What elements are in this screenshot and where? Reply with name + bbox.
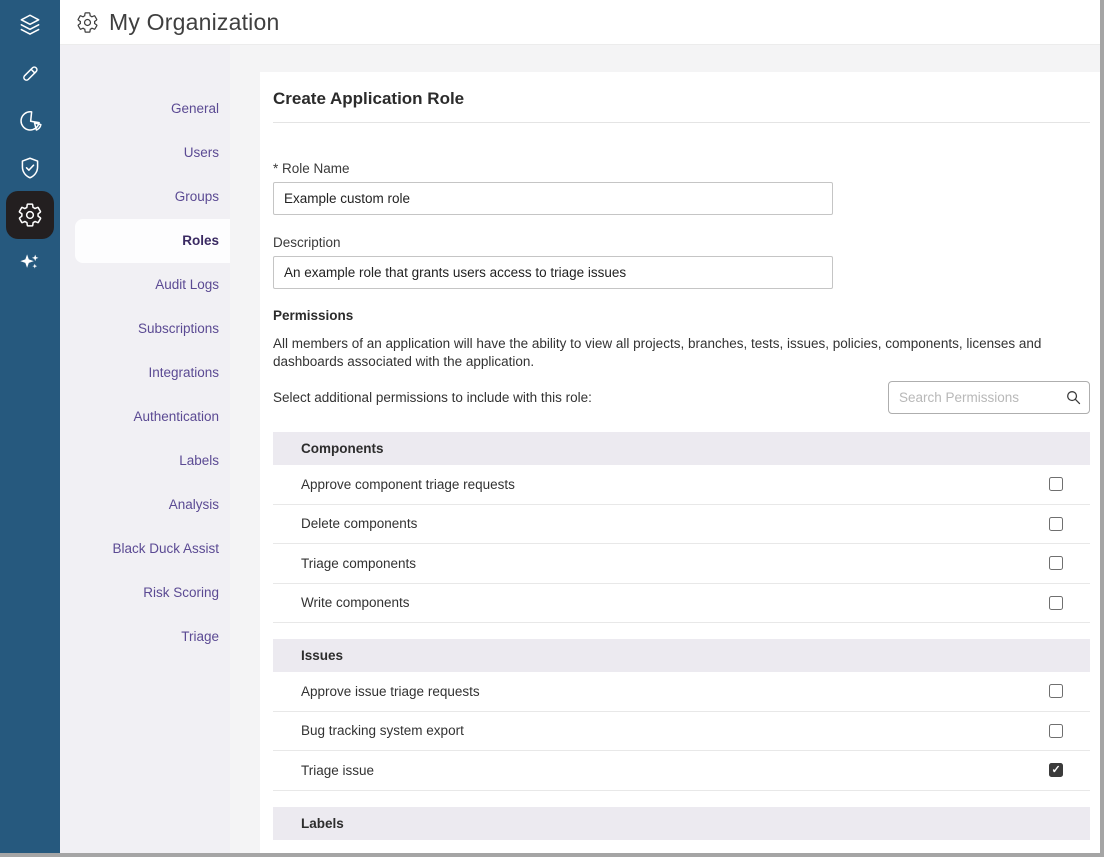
permission-label: Triage components xyxy=(301,556,416,571)
vertical-scrollbar[interactable] xyxy=(1100,0,1104,857)
sidebar-item-black-duck-assist[interactable]: Black Duck Assist xyxy=(60,527,230,571)
rail-item-settings[interactable] xyxy=(0,191,60,238)
checkbox-triage-components[interactable] xyxy=(1049,556,1063,570)
rail-item-policies[interactable] xyxy=(0,144,60,191)
permission-groups: Components Approve component triage reque… xyxy=(273,432,1090,840)
sidebar-item-roles[interactable]: Roles xyxy=(75,219,230,263)
search-permissions xyxy=(888,381,1090,414)
role-name-label: * Role Name xyxy=(273,161,1090,176)
checkbox-bug-tracking-system-export[interactable] xyxy=(1049,724,1063,738)
permission-row-bug-tracking-system-export: Bug tracking system export xyxy=(273,712,1090,752)
page-header: My Organization xyxy=(60,0,1100,45)
select-permissions-row: Select additional permissions to include… xyxy=(273,381,1090,414)
rail-item-reports[interactable] xyxy=(0,97,60,144)
main-area: Create Application Role * Role Name Desc… xyxy=(230,45,1100,857)
permission-row-triage-issue: Triage issue xyxy=(273,751,1090,791)
permission-row-approve-issue-triage-requests: Approve issue triage requests xyxy=(273,672,1090,712)
description-input[interactable] xyxy=(273,256,833,289)
gear-icon xyxy=(76,11,99,34)
role-name-input[interactable] xyxy=(273,182,833,215)
rail-item-projects[interactable] xyxy=(0,0,60,50)
settings-gear-icon xyxy=(6,191,54,239)
permission-row-triage-components: Triage components xyxy=(273,544,1090,584)
panel-title: Create Application Role xyxy=(273,89,1090,109)
permission-group-header: Labels xyxy=(273,807,1090,840)
permission-group-labels: Labels xyxy=(273,807,1090,840)
settings-nav: GeneralUsersGroupsRolesAudit LogsSubscri… xyxy=(60,45,230,857)
permission-group-issues: Issues Approve issue triage requests Bug t… xyxy=(273,639,1090,791)
sidebar-item-integrations[interactable]: Integrations xyxy=(60,351,230,395)
sidebar-item-triage[interactable]: Triage xyxy=(60,615,230,659)
rail-item-assist[interactable] xyxy=(0,238,60,285)
sidebar-item-risk-scoring[interactable]: Risk Scoring xyxy=(60,571,230,615)
permission-label: Approve component triage requests xyxy=(301,477,515,492)
select-permissions-label: Select additional permissions to include… xyxy=(273,390,592,405)
permissions-description: All members of an application will have … xyxy=(273,335,1090,370)
sidebar-item-general[interactable]: General xyxy=(60,87,230,131)
app-rail xyxy=(0,0,60,857)
create-role-panel: Create Application Role * Role Name Desc… xyxy=(260,72,1100,857)
sidebar-item-analysis[interactable]: Analysis xyxy=(60,483,230,527)
sidebar-item-subscriptions[interactable]: Subscriptions xyxy=(60,307,230,351)
permission-row-delete-components: Delete components xyxy=(273,505,1090,545)
shield-check-icon xyxy=(6,144,54,192)
description-label: Description xyxy=(273,235,1090,250)
search-icon xyxy=(1065,389,1082,406)
permission-label: Delete components xyxy=(301,516,417,531)
test-tube-icon xyxy=(6,50,54,98)
permission-group-header: Issues xyxy=(273,639,1090,672)
sidebar-item-users[interactable]: Users xyxy=(60,131,230,175)
horizontal-scrollbar[interactable] xyxy=(0,853,1104,857)
permission-group-components: Components Approve component triage reque… xyxy=(273,432,1090,623)
permission-row-write-components: Write components xyxy=(273,584,1090,624)
permission-group-header: Components xyxy=(273,432,1090,465)
permissions-heading: Permissions xyxy=(273,308,1090,323)
page-title: My Organization xyxy=(109,9,279,36)
checkbox-delete-components[interactable] xyxy=(1049,517,1063,531)
sidebar-item-authentication[interactable]: Authentication xyxy=(60,395,230,439)
permission-label: Write components xyxy=(301,595,410,610)
app-window: My Organization GeneralUsersGroupsRolesA… xyxy=(0,0,1104,857)
checkbox-approve-component-triage-requests[interactable] xyxy=(1049,477,1063,491)
permission-row-approve-component-triage-requests: Approve component triage requests xyxy=(273,465,1090,505)
title-divider xyxy=(273,122,1090,123)
search-permissions-input[interactable] xyxy=(888,381,1090,414)
permission-label: Approve issue triage requests xyxy=(301,684,480,699)
sidebar-item-groups[interactable]: Groups xyxy=(60,175,230,219)
checkbox-approve-issue-triage-requests[interactable] xyxy=(1049,684,1063,698)
permission-label: Triage issue xyxy=(301,763,374,778)
pie-chart-icon xyxy=(6,97,54,145)
checkbox-write-components[interactable] xyxy=(1049,596,1063,610)
checked-checkbox-triage-issue[interactable] xyxy=(1049,763,1063,777)
permission-label: Bug tracking system export xyxy=(301,723,464,738)
rail-item-tests[interactable] xyxy=(0,50,60,97)
layers-icon xyxy=(6,1,54,49)
sidebar-item-labels[interactable]: Labels xyxy=(60,439,230,483)
sidebar-item-audit-logs[interactable]: Audit Logs xyxy=(60,263,230,307)
sparkles-icon xyxy=(6,238,54,286)
